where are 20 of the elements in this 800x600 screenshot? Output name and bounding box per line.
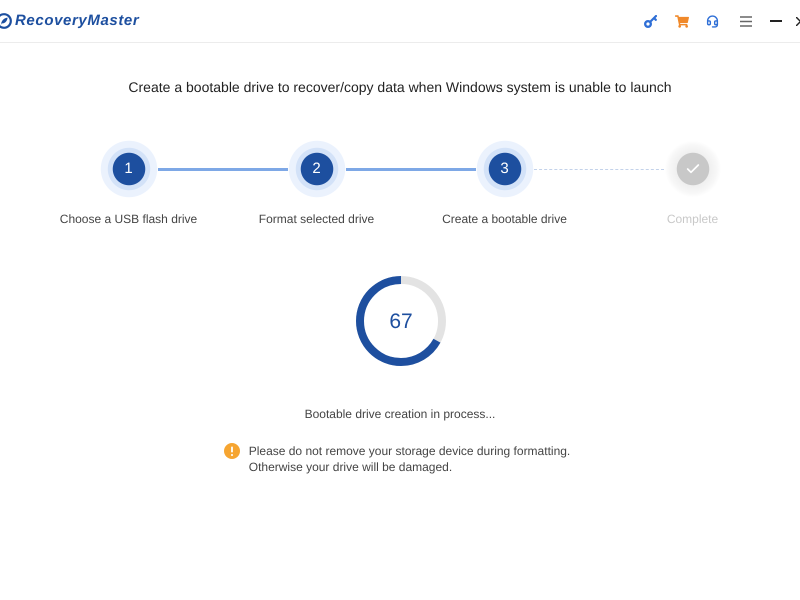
warning-text: Otherwise your drive will be damaged. xyxy=(248,459,454,475)
close-button[interactable] xyxy=(796,16,800,26)
menu-icon xyxy=(740,16,752,26)
menu-button[interactable] xyxy=(740,16,752,26)
status-text: Bootable drive creation in process... xyxy=(304,406,496,422)
step-label: Create a bootable drive xyxy=(442,211,567,227)
support-button[interactable] xyxy=(706,14,719,28)
app-logo-text: RecoveryMaster xyxy=(15,10,140,31)
step-label: Choose a USB flash drive xyxy=(60,211,198,227)
warning-icon xyxy=(224,443,240,459)
cart-icon xyxy=(675,14,689,28)
step-label: Format selected drive xyxy=(258,211,374,227)
page-title: Create a bootable drive to recover/copy data when Windows system is unable to launch xyxy=(127,78,673,97)
headset-icon xyxy=(706,14,719,28)
progress-percent: 67 xyxy=(389,310,413,332)
cart-button[interactable] xyxy=(675,14,689,28)
key-button[interactable] xyxy=(644,14,657,28)
minimize-icon xyxy=(770,20,782,22)
warning-text: Please do not remove your storage device during formatting. xyxy=(248,443,570,459)
key-icon xyxy=(644,14,657,28)
